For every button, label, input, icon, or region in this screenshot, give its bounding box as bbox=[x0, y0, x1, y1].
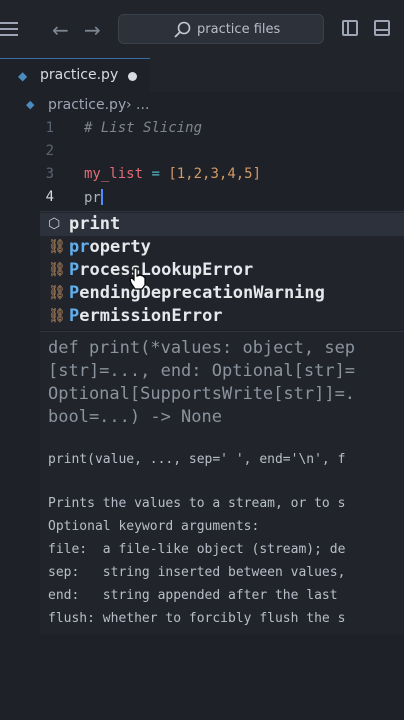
description-line: sep: string inserted between values, bbox=[48, 565, 346, 580]
autocomplete-suggestions: ⬡ print ⛓ property ⛓ ProcessLookupError … bbox=[40, 211, 404, 330]
signature-line: [str]=..., end: Optional[str]= bbox=[48, 361, 356, 381]
bracket: ] bbox=[252, 166, 262, 182]
class-icon: ⛓ bbox=[48, 285, 66, 301]
variable-name: my_list bbox=[84, 166, 144, 182]
code-text: pr bbox=[84, 189, 103, 206]
toggle-sidebar-icon[interactable] bbox=[342, 20, 358, 36]
description-line: end: string appended after the last bbox=[48, 588, 338, 603]
class-icon: ⛓ bbox=[48, 262, 66, 278]
suggestion-label: PermissionError bbox=[69, 306, 223, 326]
line-number: 1 bbox=[45, 120, 54, 136]
breadcrumb-file[interactable]: practice.py bbox=[48, 97, 126, 113]
description-line: Prints the values to a stream, or to s bbox=[48, 496, 346, 511]
description-line: file: a file-like object (stream); de bbox=[48, 542, 346, 557]
search-text: practice files bbox=[197, 22, 281, 37]
suggestion-label: ProcessLookupError bbox=[69, 260, 254, 280]
suggestion-item-print[interactable]: ⬡ print bbox=[40, 213, 404, 236]
title-bar: ← → practice files bbox=[0, 0, 404, 58]
toggle-panel-icon[interactable] bbox=[374, 20, 390, 36]
description-line: Optional keyword arguments: bbox=[48, 519, 260, 534]
code-line-1[interactable]: 1 # List Slicing bbox=[0, 120, 404, 143]
code-comment: # List Slicing bbox=[84, 120, 203, 136]
text-cursor bbox=[100, 189, 103, 205]
code-text: my_list = [1,2,3,4,5] bbox=[84, 166, 261, 182]
code-line-2[interactable]: 2 bbox=[0, 143, 404, 166]
class-icon: ⛓ bbox=[48, 308, 66, 324]
back-arrow-icon[interactable]: ← bbox=[52, 18, 69, 42]
forward-arrow-icon[interactable]: → bbox=[84, 18, 101, 42]
tab-label: practice.py bbox=[40, 67, 119, 83]
line-number: 4 bbox=[45, 189, 54, 205]
python-file-icon: ◆ bbox=[26, 98, 35, 111]
description-line: flush: whether to forcibly flush the s bbox=[48, 611, 346, 626]
suggestion-label: property bbox=[69, 237, 151, 257]
tab-practice-py[interactable]: ◆ practice.py bbox=[0, 58, 150, 92]
bracket: [ bbox=[168, 166, 177, 182]
line-number: 3 bbox=[45, 166, 54, 182]
hand-pointer-icon bbox=[129, 267, 146, 290]
menu-icon[interactable] bbox=[0, 22, 18, 36]
tab-bar: ◆ practice.py bbox=[0, 58, 404, 92]
suggestion-item-processlookuperror[interactable]: ⛓ ProcessLookupError bbox=[40, 259, 404, 282]
breadcrumb-separator[interactable]: › ... bbox=[126, 97, 149, 113]
signature-line: def print(*values: object, sep bbox=[48, 338, 356, 358]
usage-line: print(value, ..., sep=' ', end='\n', f bbox=[48, 452, 346, 467]
suggestion-label: print bbox=[69, 214, 121, 234]
code-line-4[interactable]: 4 pr bbox=[0, 189, 404, 212]
signature-line: bool=...) -> None bbox=[48, 407, 222, 427]
breadcrumb: ◆ practice.py › ... bbox=[0, 94, 404, 118]
operator: = bbox=[143, 166, 169, 182]
suggestion-label: PendingDeprecationWarning bbox=[69, 283, 325, 303]
unsaved-dot-icon[interactable] bbox=[128, 72, 137, 81]
suggestion-item-pendingdeprecationwarning[interactable]: ⛓ PendingDeprecationWarning bbox=[40, 282, 404, 305]
signature-line: Optional[SupportsWrite[str]]=. bbox=[48, 384, 356, 404]
typed-text: pr bbox=[84, 190, 101, 206]
command-center-search[interactable]: practice files bbox=[118, 14, 324, 44]
suggestion-item-property[interactable]: ⛓ property bbox=[40, 236, 404, 259]
documentation-panel: def print(*values: object, sep [str]=...… bbox=[40, 331, 404, 634]
search-icon bbox=[174, 21, 191, 38]
list-values: 1,2,3,4,5 bbox=[176, 166, 253, 182]
code-line-3[interactable]: 3 my_list = [1,2,3,4,5] bbox=[0, 166, 404, 189]
suggestion-item-permissionerror[interactable]: ⛓ PermissionError bbox=[40, 305, 404, 328]
line-number: 2 bbox=[45, 143, 54, 159]
method-icon: ⬡ bbox=[48, 216, 61, 232]
class-icon: ⛓ bbox=[48, 239, 66, 255]
python-file-icon: ◆ bbox=[18, 69, 28, 83]
